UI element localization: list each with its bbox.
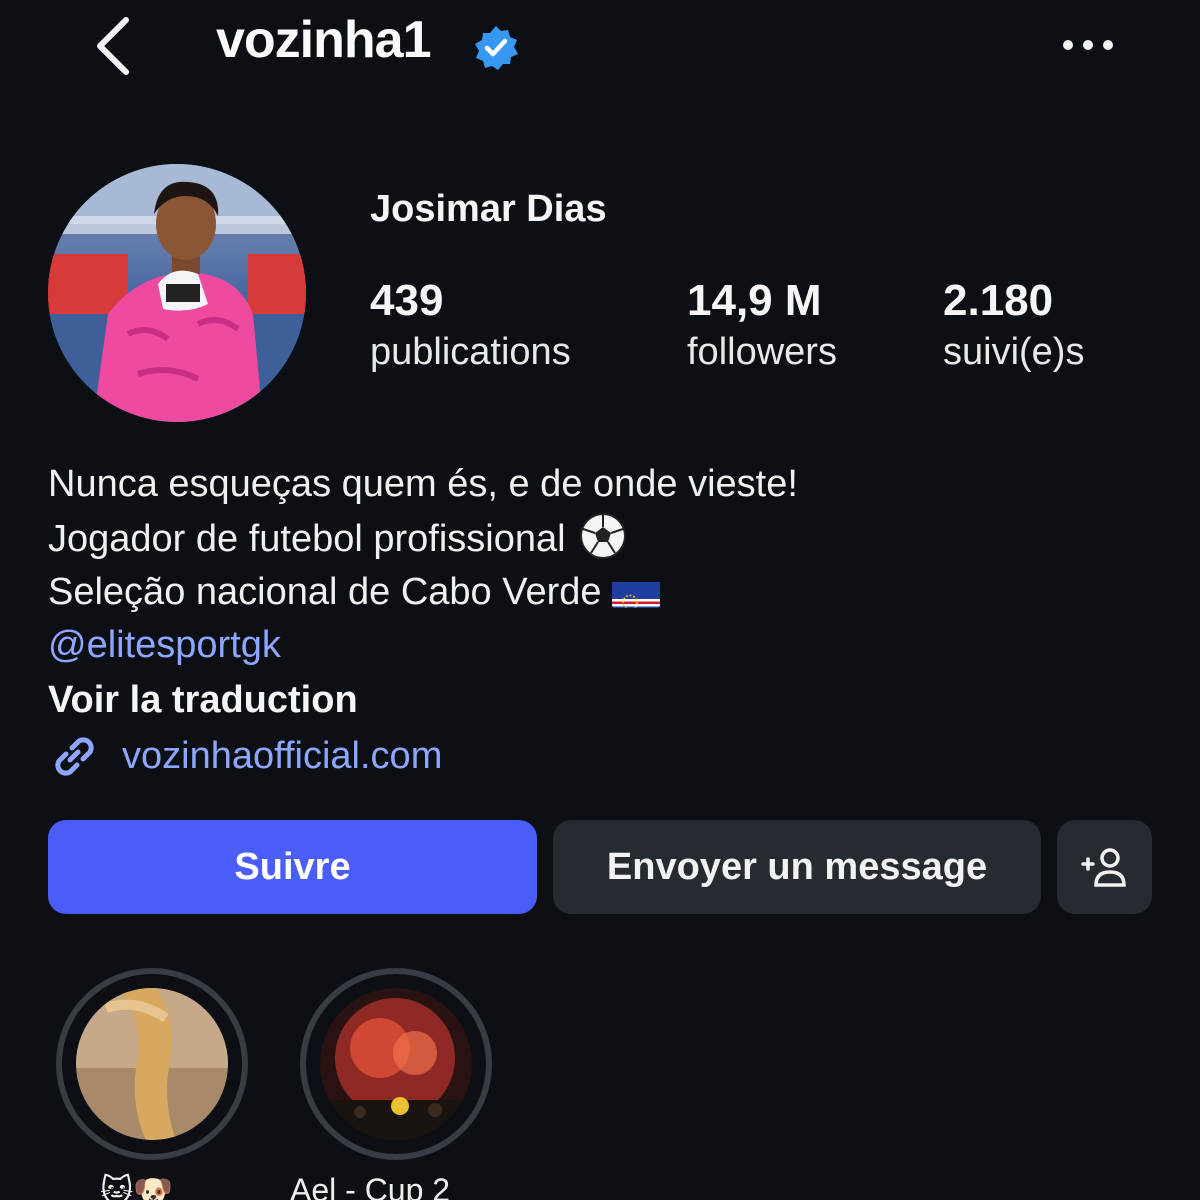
verified-badge-icon xyxy=(472,24,520,72)
message-button[interactable]: Envoyer un message xyxy=(553,820,1041,914)
bio-line-2: Jogador de futebol profissional xyxy=(48,511,1148,566)
external-link-text[interactable]: vozinhaofficial.com xyxy=(122,735,442,778)
back-button[interactable] xyxy=(88,14,144,78)
stat-posts: 439 publications xyxy=(370,275,571,377)
highlight-1-label: 🐱🐶 xyxy=(100,1173,174,1200)
more-horizontal-icon xyxy=(1063,40,1113,50)
stat-following[interactable]: 2.180 suivi(e)s xyxy=(943,275,1084,377)
followers-label: followers xyxy=(687,331,837,373)
bio-line-1: Nunca esqueças quem és, e de onde vieste… xyxy=(48,463,798,505)
profile-username: vozinha1 xyxy=(216,11,431,69)
follow-button[interactable]: Suivre xyxy=(48,820,537,914)
bio-mention-link[interactable]: @elitesportgk xyxy=(48,619,1148,672)
posts-label: publications xyxy=(370,331,571,373)
suggest-users-button[interactable] xyxy=(1057,820,1152,914)
see-translation-link[interactable]: Voir la traduction xyxy=(48,672,1148,728)
soccer-ball-icon xyxy=(578,511,628,561)
add-person-icon xyxy=(1080,848,1126,887)
chevron-left-icon xyxy=(97,17,129,75)
external-link[interactable]: vozinhaofficial.com xyxy=(48,728,442,784)
story-highlight-2[interactable] xyxy=(300,968,492,1160)
link-icon xyxy=(55,737,94,776)
stat-followers[interactable]: 14,9 M followers xyxy=(687,275,837,377)
bio-line-2-text: Jogador de futebol profissional xyxy=(48,518,566,560)
following-count: 2.180 xyxy=(943,276,1054,325)
highlight-2-label: Ael - Cup 2 xyxy=(290,1172,451,1200)
profile-avatar[interactable] xyxy=(48,164,306,422)
profile-display-name: Josimar Dias xyxy=(370,188,607,230)
following-label: suivi(e)s xyxy=(943,331,1085,373)
highlight-2-thumbnail xyxy=(320,988,472,1140)
more-options-button[interactable] xyxy=(1060,30,1116,60)
story-highlight-1[interactable] xyxy=(56,968,248,1160)
posts-count: 439 xyxy=(370,276,444,325)
bio-line-3: Seleção nacional de Cabo Verde xyxy=(48,566,1148,619)
highlight-1-thumbnail xyxy=(76,988,228,1140)
cape-verde-flag-icon xyxy=(611,576,660,608)
bio-line-3-text: Seleção nacional de Cabo Verde xyxy=(48,571,602,613)
profile-bio: Nunca esqueças quem és, e de onde vieste… xyxy=(48,458,1148,728)
followers-count: 14,9 M xyxy=(687,276,822,325)
profile-page: vozinha1 Josimar Dias 439 publications 1… xyxy=(0,0,1200,1200)
